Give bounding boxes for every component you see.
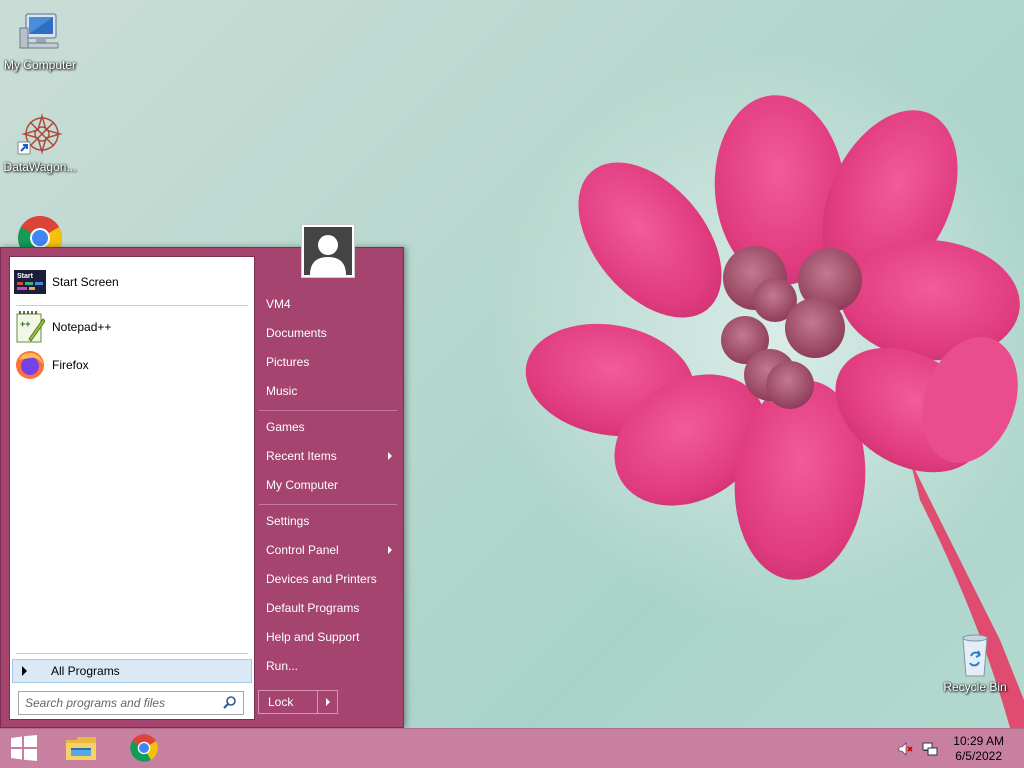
start-menu-link-default-programs[interactable]: Default Programs bbox=[266, 597, 396, 619]
network-icon[interactable] bbox=[922, 741, 938, 757]
desktop-icon-my-computer[interactable]: My Computer bbox=[0, 8, 80, 72]
computer-icon bbox=[16, 8, 64, 56]
start-menu-item-start-screen[interactable]: Start Start Screen bbox=[14, 264, 250, 300]
start-menu-link-settings[interactable]: Settings bbox=[266, 510, 396, 532]
link-label: Pictures bbox=[266, 355, 310, 369]
start-menu-item-notepadpp[interactable]: ++ Notepad++ bbox=[14, 309, 250, 345]
volume-muted-icon[interactable] bbox=[898, 741, 914, 757]
power-options-arrow[interactable] bbox=[317, 691, 337, 713]
chevron-right-icon bbox=[325, 698, 330, 706]
desktop-icon-datawagon[interactable]: DataWagon... bbox=[0, 110, 80, 174]
clock-time: 10:29 AM bbox=[953, 734, 1004, 748]
all-programs-label: All Programs bbox=[51, 664, 120, 678]
start-menu-link-recent-items[interactable]: Recent Items bbox=[266, 445, 396, 467]
windows-logo-icon bbox=[10, 734, 38, 764]
start-menu-link-games[interactable]: Games bbox=[266, 416, 396, 438]
recycle-bin-icon bbox=[951, 630, 999, 678]
start-menu-link-control-panel[interactable]: Control Panel bbox=[266, 539, 396, 561]
file-explorer-icon bbox=[65, 734, 97, 765]
link-label: My Computer bbox=[266, 478, 339, 492]
start-menu-link-pictures[interactable]: Pictures bbox=[266, 351, 396, 373]
link-label: Help and Support bbox=[266, 630, 360, 644]
link-label: Music bbox=[266, 384, 298, 398]
link-label: Recent Items bbox=[266, 449, 337, 463]
svg-text:++: ++ bbox=[20, 319, 31, 329]
start-menu-link-run[interactable]: Run... bbox=[266, 655, 396, 677]
link-label: Control Panel bbox=[266, 543, 339, 557]
search-programs-input[interactable]: Search programs and files bbox=[18, 691, 244, 715]
datawagon-icon bbox=[16, 110, 64, 158]
user-avatar[interactable] bbox=[301, 224, 355, 278]
lock-button[interactable]: Lock bbox=[258, 690, 338, 714]
notepadpp-icon: ++ bbox=[14, 311, 46, 343]
start-menu-item-firefox[interactable]: Firefox bbox=[14, 347, 250, 383]
start-menu-link-documents[interactable]: Documents bbox=[266, 322, 396, 344]
start-menu: Start Start Screen ++ Notepad++ Firefox … bbox=[0, 247, 404, 728]
divider bbox=[259, 504, 397, 505]
start-screen-icon: Start bbox=[14, 266, 46, 298]
start-button[interactable] bbox=[0, 729, 48, 768]
taskbar-clock[interactable]: 10:29 AM 6/5/2022 bbox=[953, 734, 1004, 764]
chevron-right-icon bbox=[388, 452, 392, 460]
desktop-icon-recycle-bin[interactable]: Recycle Bin bbox=[935, 630, 1015, 694]
link-label: Documents bbox=[266, 326, 327, 340]
start-menu-item-label: Start Screen bbox=[52, 275, 119, 289]
firefox-icon bbox=[14, 349, 46, 381]
start-menu-item-label: Notepad++ bbox=[52, 320, 112, 334]
start-menu-link-music[interactable]: Music bbox=[266, 380, 396, 402]
link-label: Devices and Printers bbox=[266, 572, 377, 586]
link-label: Settings bbox=[266, 514, 310, 528]
triangle-right-icon bbox=[22, 666, 27, 676]
taskbar-file-explorer[interactable] bbox=[57, 729, 105, 768]
taskbar: 10:29 AM 6/5/2022 bbox=[0, 728, 1024, 768]
start-menu-link-devices-printers[interactable]: Devices and Printers bbox=[266, 568, 396, 590]
lock-label: Lock bbox=[268, 695, 294, 709]
start-menu-link-my-computer[interactable]: My Computer bbox=[266, 474, 396, 496]
divider bbox=[259, 410, 397, 411]
divider bbox=[16, 305, 248, 306]
clock-date: 6/5/2022 bbox=[955, 749, 1002, 763]
divider bbox=[16, 653, 248, 654]
link-label: Default Programs bbox=[266, 601, 360, 615]
desktop-icon-label: Recycle Bin bbox=[943, 680, 1007, 694]
all-programs-button[interactable]: All Programs bbox=[12, 659, 252, 683]
desktop-icon-label: DataWagon... bbox=[3, 160, 77, 174]
chrome-icon bbox=[129, 733, 159, 766]
start-menu-programs-pane: Start Start Screen ++ Notepad++ Firefox … bbox=[9, 256, 255, 720]
desktop-icon-label: My Computer bbox=[3, 58, 77, 72]
search-icon[interactable] bbox=[223, 695, 237, 712]
user-icon bbox=[304, 227, 352, 275]
search-placeholder: Search programs and files bbox=[25, 696, 166, 710]
taskbar-chrome[interactable] bbox=[120, 729, 168, 768]
start-menu-link-user-folder[interactable]: VM4 bbox=[266, 293, 396, 315]
link-label: Games bbox=[266, 420, 305, 434]
link-label: VM4 bbox=[266, 297, 291, 311]
link-label: Run... bbox=[266, 659, 299, 673]
start-menu-link-help-support[interactable]: Help and Support bbox=[266, 626, 396, 648]
start-menu-item-label: Firefox bbox=[52, 358, 89, 372]
chevron-right-icon bbox=[388, 546, 392, 554]
svg-text:Start: Start bbox=[17, 273, 34, 280]
